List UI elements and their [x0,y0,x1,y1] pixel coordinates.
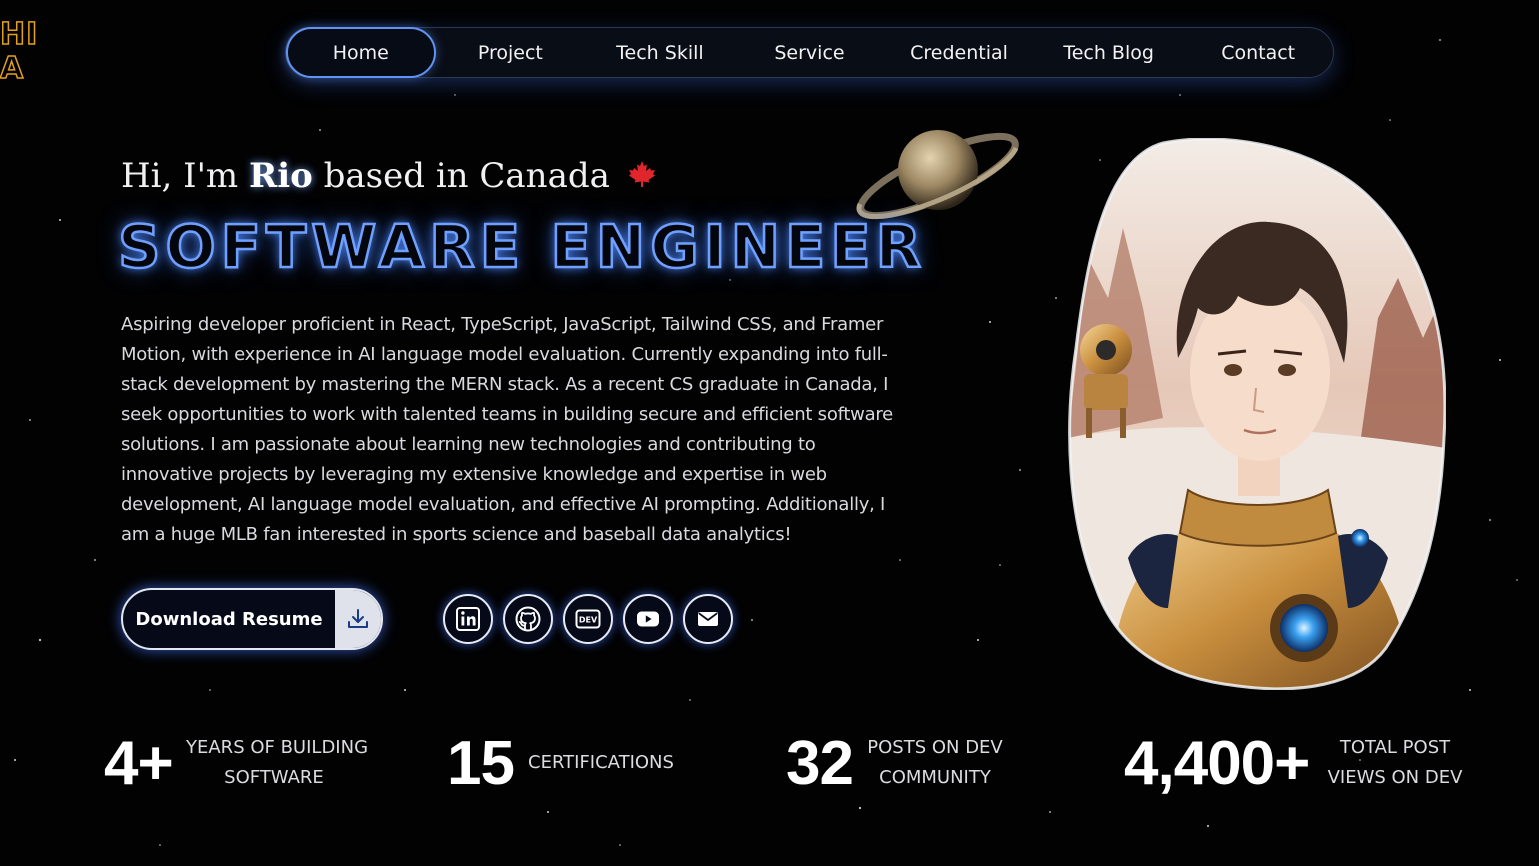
download-resume-label: Download Resume [135,608,323,630]
email-button[interactable] [683,594,733,644]
nav-tech-blog[interactable]: Tech Blog [1034,27,1184,78]
stat-years-label-line2: SOFTWARE [224,767,324,788]
stat-certifications-label-line1: CERTIFICATIONS [528,752,674,773]
youtube-icon [637,611,659,627]
stat-years-label: YEARS OF BUILDING SOFTWARE [186,733,369,793]
svg-text:DEV: DEV [579,616,598,625]
dev-icon: DEV [575,609,601,629]
nav-home[interactable]: Home [286,27,436,78]
stat-posts-label: POSTS ON DEV COMMUNITY [866,733,1004,793]
stat-years-value: 4+ [104,729,174,798]
nav-project[interactable]: Project [436,27,586,78]
profile-avatar-image [1068,138,1446,690]
hero-bio: Aspiring developer proficient in React, … [121,314,893,545]
social-links: DEV [443,594,733,644]
stat-certifications-value: 15 [447,729,515,798]
nav-credential[interactable]: Credential [884,27,1034,78]
stat-views-label: TOTAL POST VIEWS ON DEV [1326,733,1464,793]
maple-leaf-icon [628,161,655,187]
stat-posts-label-line2: COMMUNITY [879,767,991,788]
stat-posts-label-line1: POSTS ON DEV [867,737,1003,758]
stat-years-label-line1: YEARS OF BUILDING [186,737,369,758]
main-navigation: Home Project Tech Skill Service Credenti… [285,27,1334,78]
linkedin-icon [456,607,480,631]
dev-community-button[interactable]: DEV [563,594,613,644]
download-icon [348,609,368,628]
mail-icon [698,612,718,626]
logo-line-1: HI [0,17,39,53]
stat-posts-value: 32 [786,729,854,798]
greeting-suffix: based in Canada [312,156,610,196]
download-resume-button[interactable]: Download Resume [121,588,383,650]
linkedin-button[interactable] [443,594,493,644]
github-icon [515,606,541,632]
stat-views-label-line2: VIEWS ON DEV [1327,767,1463,788]
hero-title: SOFTWARE ENGINEER [117,211,927,283]
greeting-name: Rio [248,156,313,196]
nav-tech-skill[interactable]: Tech Skill [585,27,735,78]
hero-greeting: Hi, I'm Rio based in Canada [121,156,657,196]
stat-views-label-line1: TOTAL POST [1339,737,1451,758]
stat-certifications-label: CERTIFICATIONS [528,748,674,778]
stat-views-value: 4,400+ [1124,729,1310,798]
site-logo[interactable]: HI A [0,17,39,87]
github-button[interactable] [503,594,553,644]
logo-line-2: A [0,51,25,87]
nav-service[interactable]: Service [735,27,885,78]
greeting-prefix: Hi, I'm [121,156,249,196]
download-icon-box [335,590,381,648]
youtube-button[interactable] [623,594,673,644]
nav-contact[interactable]: Contact [1183,27,1333,78]
